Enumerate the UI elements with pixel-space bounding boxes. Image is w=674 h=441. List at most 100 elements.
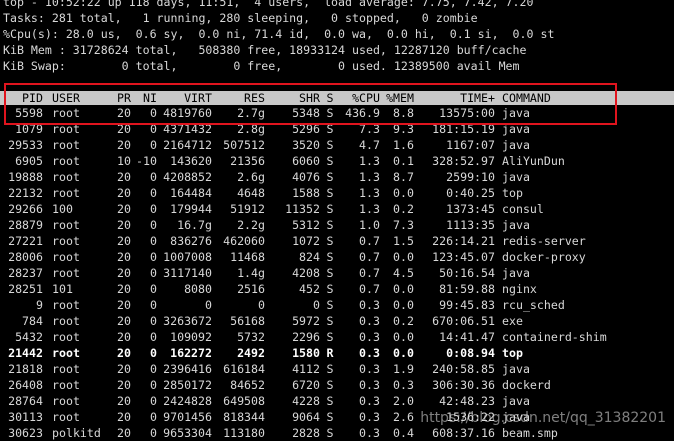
- process-row: 28006 root 20 0 1007008 11468 824 S 0.7 0.0 123:45…: [0, 249, 674, 265]
- command-cell: consul: [502, 202, 544, 216]
- ni-cell: -10: [136, 154, 157, 168]
- process-row: 28764 root 20 0 2424828 649508 4228 S 0.3 2.0 42:4…: [0, 393, 674, 409]
- time-cell: 2599:10: [446, 170, 495, 184]
- cpu-cell: 0.7: [359, 234, 380, 248]
- res-cell: 616184: [223, 362, 265, 376]
- process-row: 784 root 20 0 3263672 56168 5972 S 0.3 0.2 670:06.…: [0, 313, 674, 329]
- pr-cell: 20: [117, 202, 131, 216]
- pid-cell: 29266: [8, 202, 43, 216]
- mem-cell: 0.2: [393, 202, 414, 216]
- shr-cell: 824: [299, 250, 320, 264]
- user-cell: root: [52, 122, 80, 136]
- user-cell: root: [52, 266, 80, 280]
- watermark-text: https://blog.csdn.net/qq_31382201: [420, 410, 666, 426]
- user-cell: root: [52, 362, 80, 376]
- pid-cell: 29533: [8, 138, 43, 152]
- ni-cell: 0: [150, 298, 157, 312]
- command-cell: top: [502, 186, 523, 200]
- time-cell: 306:30.36: [432, 378, 495, 392]
- user-cell: root: [52, 138, 80, 152]
- time-cell: 99:45.83: [439, 298, 495, 312]
- ni-cell: 0: [150, 218, 157, 232]
- pid-cell: 6905: [15, 154, 43, 168]
- state-cell: S: [326, 234, 334, 248]
- time-cell: 240:58.85: [432, 362, 495, 376]
- pid-cell: 28237: [8, 266, 43, 280]
- user-cell: root: [52, 234, 80, 248]
- swap-line: KiB Swap: 0 total, 0 free, 0 used. 12389…: [3, 59, 520, 73]
- mem-cell: 7.3: [393, 218, 414, 232]
- pid-cell: 21818: [8, 362, 43, 376]
- mem-cell: 8.7: [393, 170, 414, 184]
- time-cell: 0:40.25: [446, 186, 495, 200]
- process-table-header: PID USER PR NI VIRT RES SHR S %CPU %MEM …: [0, 91, 674, 105]
- state-cell: S: [326, 218, 334, 232]
- col-pid: PID: [22, 91, 43, 105]
- state-cell: S: [326, 378, 334, 392]
- pr-cell: 20: [117, 106, 131, 120]
- res-cell: 51912: [230, 202, 265, 216]
- time-cell: 81:59.88: [439, 282, 495, 296]
- cpu-cell: 0.3: [359, 426, 380, 440]
- virt-cell: 836276: [170, 234, 212, 248]
- terminal-output[interactable]: top - 10:52:22 up 118 days, 11:51, 4 use…: [0, 0, 674, 441]
- user-cell: root: [52, 298, 80, 312]
- shr-cell: 0: [313, 298, 320, 312]
- col-s: S: [326, 91, 334, 105]
- shr-cell: 1072: [292, 234, 320, 248]
- shr-cell: 2828: [292, 426, 320, 440]
- pr-cell: 20: [117, 362, 131, 376]
- cpu-cell: 436.9: [345, 106, 380, 120]
- pr-cell: 20: [117, 234, 131, 248]
- mem-cell: 0.2: [393, 314, 414, 328]
- command-cell: top: [502, 346, 523, 360]
- ni-cell: 0: [150, 122, 157, 136]
- cpu-cell: 0.3: [359, 298, 380, 312]
- pid-cell: 9: [36, 298, 43, 312]
- command-cell: dockerd: [502, 378, 551, 392]
- ni-cell: 0: [150, 202, 157, 216]
- command-cell: AliYunDun: [502, 154, 565, 168]
- pr-cell: 20: [117, 346, 131, 360]
- col-command: COMMAND: [502, 91, 551, 105]
- mem-cell: 0.0: [393, 250, 414, 264]
- pr-cell: 20: [117, 218, 131, 232]
- command-cell: exe: [502, 314, 523, 328]
- pr-cell: 20: [117, 426, 131, 440]
- process-row: 27221 root 20 0 836276 462060 1072 S 0.7 1.5 226:1…: [0, 233, 674, 249]
- user-cell: root: [52, 378, 80, 392]
- user-cell: root: [52, 314, 80, 328]
- pid-cell: 28879: [8, 218, 43, 232]
- shr-cell: 4228: [292, 394, 320, 408]
- shr-cell: 9064: [292, 410, 320, 424]
- command-cell: java: [502, 106, 530, 120]
- res-cell: 84652: [230, 378, 265, 392]
- mem-cell: 0.0: [393, 298, 414, 312]
- shr-cell: 4208: [292, 266, 320, 280]
- time-cell: 42:48.23: [439, 394, 495, 408]
- user-cell: 100: [52, 202, 73, 216]
- cpu-cell: 7.3: [359, 122, 380, 136]
- pid-cell: 1079: [15, 122, 43, 136]
- shr-cell: 11352: [285, 202, 320, 216]
- process-row: 30623 polkitd 20 0 9653304 113180 2828 S 0.3 0.4 6…: [0, 425, 674, 441]
- time-cell: 123:45.07: [432, 250, 495, 264]
- state-cell: S: [326, 410, 334, 424]
- mem-cell: 1.6: [393, 138, 414, 152]
- virt-cell: 16.7g: [177, 218, 212, 232]
- ni-cell: 0: [150, 234, 157, 248]
- virt-cell: 4208852: [163, 170, 212, 184]
- user-cell: root: [52, 394, 80, 408]
- time-cell: 13575:00: [439, 106, 495, 120]
- virt-cell: 143620: [170, 154, 212, 168]
- time-cell: 181:15.19: [432, 122, 495, 136]
- user-cell: root: [52, 330, 80, 344]
- pid-cell: 28006: [8, 250, 43, 264]
- shr-cell: 1588: [292, 186, 320, 200]
- col-res: RES: [244, 91, 265, 105]
- shr-cell: 6060: [292, 154, 320, 168]
- col-ni: NI: [143, 91, 157, 105]
- cpu-cell: 0.3: [359, 394, 380, 408]
- state-cell: S: [326, 314, 334, 328]
- virt-cell: 164484: [170, 186, 212, 200]
